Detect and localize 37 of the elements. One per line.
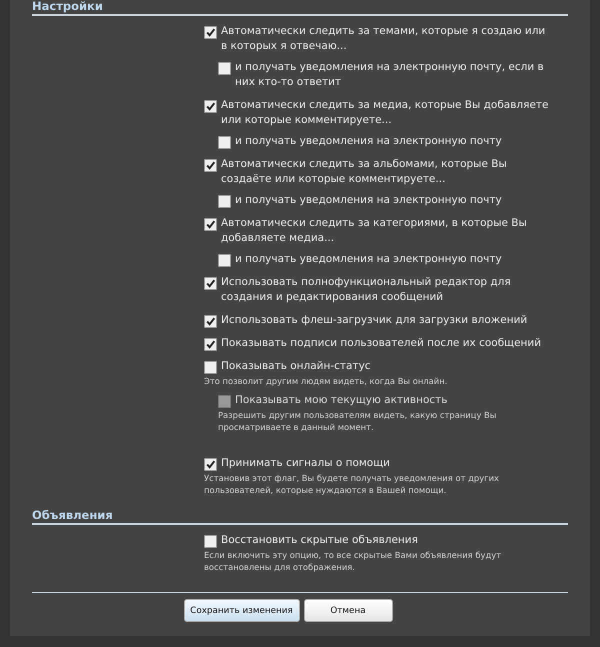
checkbox[interactable] [204,338,217,351]
checkbox[interactable] [204,361,217,374]
dialog-button[interactable]: Сохранить изменения [184,599,300,622]
checkbox[interactable] [204,26,217,39]
option-label: Автоматически следить за альбомами, которые Вы создаёте или которые комментируете... [221,157,508,187]
option-label: Автоматически следить за медиа, которые Вы добавляете или которые комментируете... [221,98,550,128]
checkbox[interactable] [218,136,231,149]
option-hint: Это позволит другим людям видеть, когда Вы онлайн. [204,375,448,387]
option-label: Показывать мою текущую активность [235,393,448,408]
dialog-button[interactable]: Отмена [304,599,392,622]
option-label: и получать уведомления на электронную почту [235,193,503,208]
option-label: Показывать онлайн-статус [221,359,372,374]
section-heading: Объявления [32,509,568,525]
checkbox[interactable] [218,62,231,75]
option-label: Использовать флеш-загрузчик для загрузки вложений [221,313,528,328]
checkbox[interactable] [204,100,217,113]
checkbox[interactable] [218,254,231,267]
checkbox[interactable] [204,159,217,172]
option-label: Восстановить скрытые объявления [221,533,419,548]
option-hint: Разрешить другим пользователям видеть, какую страницу Вы просматриваете в данный момент. [218,409,498,433]
option-label: Принимать сигналы о помощи [221,456,391,471]
checkbox[interactable] [218,195,231,208]
checkbox[interactable] [204,458,217,471]
option-label: и получать уведомления на электронную почту [235,252,503,267]
checkbox[interactable] [204,315,217,328]
option-label: Показывать подписи пользователей после их сообщений [221,336,542,351]
checkbox[interactable] [204,218,217,231]
checkbox[interactable] [204,277,217,290]
option-hint: Если включить эту опцию, то все скрытые Вами объявления будут восстановлены для отображения. [204,549,502,573]
option-label: и получать уведомления на электронную почту, если в них кто-то ответит [235,60,545,90]
option-label: Автоматически следить за категориями, в которые Вы добавляете медиа... [221,216,528,246]
option-label: и получать уведомления на электронную почту [235,134,503,149]
option-hint: Установив этот флаг, Вы будете получать уведомления от других пользователей, которые нуждаются в Вашей помощи. [204,472,500,496]
checkbox[interactable] [204,535,217,548]
section-heading: Настройки [32,0,568,16]
option-label: Использовать полнофункциональный редактор для создания и редактирования сообщений [221,275,512,305]
option-label: Автоматически следить за темами, которые я создаю или в которых я отвечаю... [221,24,546,54]
